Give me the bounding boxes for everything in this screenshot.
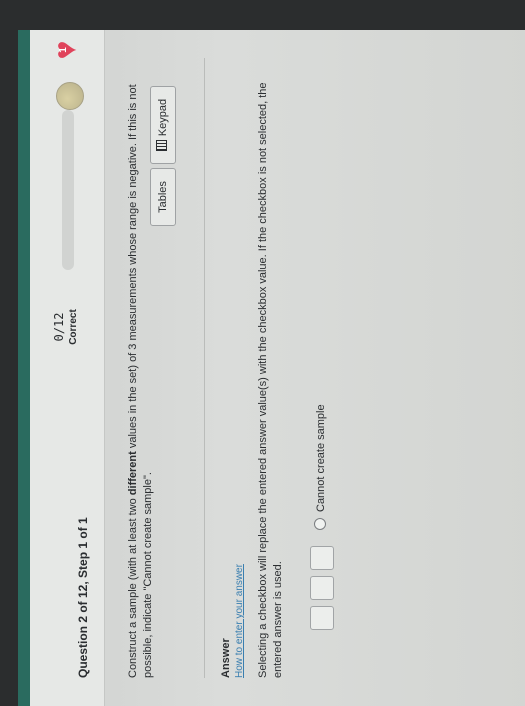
keypad-label: Keypad [157, 98, 169, 137]
rotated-app: Question 2 of 12, Step 1 of 1 0/12 Corre… [18, 30, 518, 706]
tables-button[interactable]: Tables [150, 168, 176, 226]
progress-bar [62, 110, 74, 270]
header: Question 2 of 12, Step 1 of 1 0/12 Corre… [18, 30, 105, 706]
hearts-count: 1 [58, 47, 69, 53]
score: 0/12 Correct [52, 302, 79, 352]
how-to-enter-answer-link[interactable]: How to enter your answer [234, 564, 245, 678]
answer-value-2[interactable] [310, 576, 334, 600]
question-title: Question 2 of 12, Step 1 of 1 [76, 517, 90, 678]
screen: Question 2 of 12, Step 1 of 1 0/12 Corre… [18, 30, 525, 706]
answer-value-1[interactable] [310, 606, 334, 630]
answer-instructions: Selecting a checkbox will replace the en… [257, 82, 284, 678]
question-text-bold: different [127, 451, 139, 496]
score-label: Correct [68, 309, 79, 345]
avatar[interactable] [56, 82, 84, 110]
cannot-create-sample-label: Cannot create sample [315, 404, 327, 512]
question-text-start: Construct a sample (with at least two [127, 495, 139, 678]
tables-label: Tables [157, 181, 169, 213]
score-value: 0/12 [52, 312, 66, 342]
divider [204, 58, 205, 678]
radio-icon[interactable] [314, 518, 326, 530]
keypad-icon [156, 140, 167, 152]
answer-value-3[interactable] [310, 546, 334, 570]
cannot-create-sample-option[interactable]: Cannot create sample [314, 404, 327, 530]
answer-label: Answer [220, 638, 232, 678]
keypad-button[interactable]: Keypad [150, 86, 176, 164]
header-accent-stripe [18, 30, 30, 706]
